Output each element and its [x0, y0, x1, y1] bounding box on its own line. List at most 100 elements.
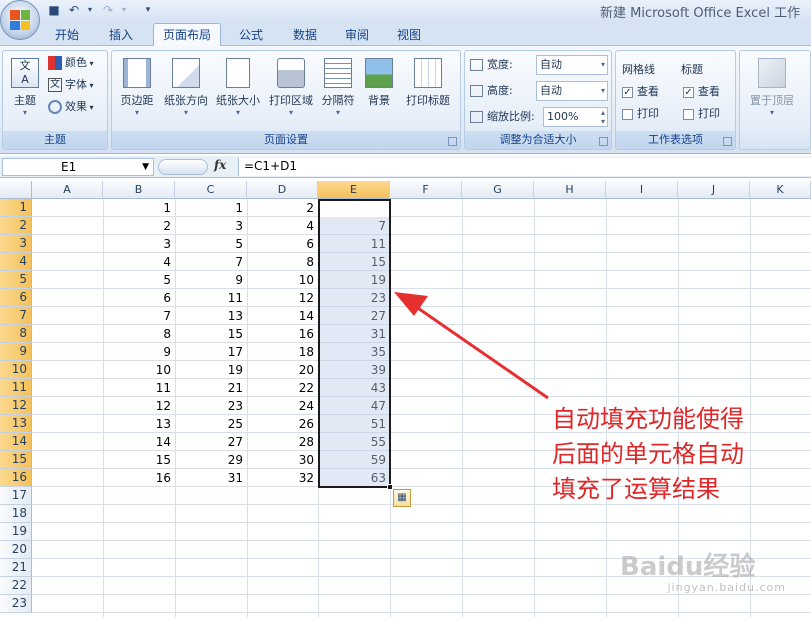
cell-c1[interactable]: 1 [175, 199, 247, 217]
themes-button[interactable]: 文A 主题 ▾ [6, 58, 44, 118]
tab-data[interactable]: 数据 [284, 26, 326, 46]
cell-b13[interactable]: 13 [103, 415, 175, 433]
gridlines-view-checkbox[interactable]: ✓ 查看 [622, 82, 659, 102]
cell-c15[interactable]: 29 [175, 451, 247, 469]
row-header-6[interactable]: 6 [0, 289, 32, 307]
row-header-7[interactable]: 7 [0, 307, 32, 325]
size-button[interactable]: 纸张大小 ▾ [212, 58, 264, 118]
row-header-15[interactable]: 15 [0, 451, 32, 469]
width-select[interactable]: 自动 ▾ [536, 55, 608, 75]
row-header-21[interactable]: 21 [0, 559, 32, 577]
print-titles-button[interactable]: 打印标题 [400, 58, 456, 108]
column-header-k[interactable]: K [750, 181, 811, 199]
formula-input[interactable]: =C1+D1 [238, 158, 811, 176]
cell-c11[interactable]: 21 [175, 379, 247, 397]
row-header-9[interactable]: 9 [0, 343, 32, 361]
row-header-19[interactable]: 19 [0, 523, 32, 541]
cell-b5[interactable]: 5 [103, 271, 175, 289]
row-header-1[interactable]: 1 [0, 199, 32, 217]
row-header-17[interactable]: 17 [0, 487, 32, 505]
cell-d7[interactable]: 14 [247, 307, 318, 325]
cell-d8[interactable]: 16 [247, 325, 318, 343]
cell-b6[interactable]: 6 [103, 289, 175, 307]
save-icon[interactable]: ■ [46, 2, 62, 18]
cell-d12[interactable]: 24 [247, 397, 318, 415]
cell-d5[interactable]: 10 [247, 271, 318, 289]
cell-c16[interactable]: 31 [175, 469, 247, 487]
background-button[interactable]: 背景 [362, 58, 396, 108]
cell-b15[interactable]: 15 [103, 451, 175, 469]
cell-d14[interactable]: 28 [247, 433, 318, 451]
cell-d2[interactable]: 4 [247, 217, 318, 235]
row-header-3[interactable]: 3 [0, 235, 32, 253]
row-header-22[interactable]: 22 [0, 577, 32, 595]
fonts-button[interactable]: 文字体 ▾ [48, 75, 94, 95]
cell-b16[interactable]: 16 [103, 469, 175, 487]
cell-d3[interactable]: 6 [247, 235, 318, 253]
row-header-18[interactable]: 18 [0, 505, 32, 523]
row-header-11[interactable]: 11 [0, 379, 32, 397]
column-header-a[interactable]: A [32, 181, 103, 199]
undo-icon[interactable]: ↶ [66, 2, 82, 18]
tab-review[interactable]: 审阅 [336, 26, 378, 46]
cell-c12[interactable]: 23 [175, 397, 247, 415]
row-header-2[interactable]: 2 [0, 217, 32, 235]
cell-b7[interactable]: 7 [103, 307, 175, 325]
cell-c10[interactable]: 19 [175, 361, 247, 379]
cell-d15[interactable]: 30 [247, 451, 318, 469]
cell-c5[interactable]: 9 [175, 271, 247, 289]
column-header-d[interactable]: D [247, 181, 318, 199]
column-header-g[interactable]: G [462, 181, 534, 199]
cell-b3[interactable]: 3 [103, 235, 175, 253]
orientation-button[interactable]: 纸张方向 ▾ [160, 58, 212, 118]
cell-d4[interactable]: 8 [247, 253, 318, 271]
cell-b11[interactable]: 11 [103, 379, 175, 397]
row-header-8[interactable]: 8 [0, 325, 32, 343]
tab-insert[interactable]: 插入 [100, 26, 142, 46]
cell-d10[interactable]: 20 [247, 361, 318, 379]
cell-d1[interactable]: 2 [247, 199, 318, 217]
cell-b12[interactable]: 12 [103, 397, 175, 415]
redo-icon[interactable]: ↷ [100, 2, 116, 18]
sheet-options-launcher-icon[interactable] [723, 137, 732, 146]
formula-bar-splitter[interactable] [158, 159, 208, 175]
cell-d13[interactable]: 26 [247, 415, 318, 433]
print-area-button[interactable]: 打印区域 ▾ [265, 58, 317, 118]
cell-c7[interactable]: 13 [175, 307, 247, 325]
cell-b2[interactable]: 2 [103, 217, 175, 235]
row-header-12[interactable]: 12 [0, 397, 32, 415]
column-header-j[interactable]: J [678, 181, 750, 199]
cell-c3[interactable]: 5 [175, 235, 247, 253]
cell-b9[interactable]: 9 [103, 343, 175, 361]
row-header-13[interactable]: 13 [0, 415, 32, 433]
column-header-h[interactable]: H [534, 181, 606, 199]
column-header-e[interactable]: E [318, 181, 390, 199]
customize-qat-icon[interactable]: ▾ [140, 2, 156, 18]
cell-d16[interactable]: 32 [247, 469, 318, 487]
column-header-i[interactable]: I [606, 181, 678, 199]
height-select[interactable]: 自动 ▾ [536, 81, 608, 101]
page-setup-launcher-icon[interactable] [448, 137, 457, 146]
insert-function-icon[interactable]: fx [214, 158, 226, 172]
cell-c4[interactable]: 7 [175, 253, 247, 271]
select-all-corner[interactable] [0, 181, 32, 199]
colors-button[interactable]: 颜色 ▾ [48, 53, 94, 73]
cell-d9[interactable]: 18 [247, 343, 318, 361]
row-header-5[interactable]: 5 [0, 271, 32, 289]
cell-d11[interactable]: 22 [247, 379, 318, 397]
cell-c2[interactable]: 3 [175, 217, 247, 235]
cell-b14[interactable]: 14 [103, 433, 175, 451]
cell-c14[interactable]: 27 [175, 433, 247, 451]
headings-print-checkbox[interactable]: 打印 [683, 104, 720, 124]
bring-to-front-button[interactable]: 置于顶层 ▾ [742, 58, 802, 118]
effects-button[interactable]: 效果 ▾ [48, 97, 94, 117]
name-box-dropdown-icon[interactable]: ▼ [142, 159, 149, 175]
column-header-f[interactable]: F [390, 181, 462, 199]
undo-dropdown-icon[interactable]: ▾ [82, 2, 98, 18]
breaks-button[interactable]: 分隔符 ▾ [318, 58, 358, 118]
tab-page-layout[interactable]: 页面布局 [153, 23, 221, 47]
row-header-10[interactable]: 10 [0, 361, 32, 379]
cell-c6[interactable]: 11 [175, 289, 247, 307]
cell-b4[interactable]: 4 [103, 253, 175, 271]
redo-dropdown-icon[interactable]: ▾ [116, 2, 132, 18]
